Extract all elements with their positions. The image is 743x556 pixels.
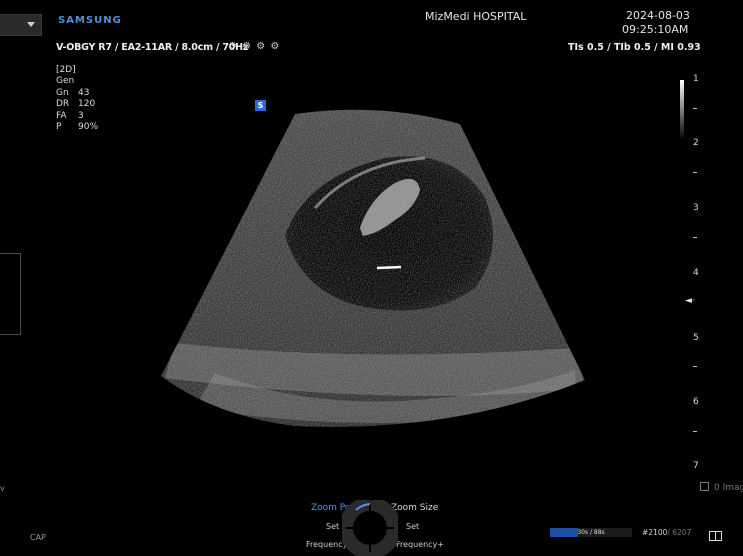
depth-tick xyxy=(693,237,697,238)
param-row: P 90% xyxy=(56,122,99,133)
depth-tick xyxy=(693,172,697,173)
sector-field xyxy=(161,109,585,427)
cine-time: 30s / 88s xyxy=(577,529,605,536)
depth-tick xyxy=(693,108,697,109)
set-left-button[interactable]: Set xyxy=(326,522,339,531)
probe-info: V-OBGY R7 / EA2-11AR / 8.0cm / 70Hz xyxy=(56,42,249,53)
imaging-parameters: [2D] Gen Gn 43 DR 120 FA 3 P 90% xyxy=(56,65,98,133)
image-count: 0 Imag xyxy=(700,482,743,493)
checkbox-icon[interactable] xyxy=(700,482,709,491)
depth-label: 5 xyxy=(693,333,699,343)
chevron-down-icon xyxy=(27,22,35,27)
ultrasound-image xyxy=(161,109,585,427)
probe-status-icons: ⚙ ⚙ ⚙ ⚙ xyxy=(228,41,281,52)
set-right-button[interactable]: Set xyxy=(406,522,419,531)
grayscale-bar xyxy=(680,80,684,140)
param-row: DR 120 xyxy=(56,99,96,110)
frequency-plus-button[interactable]: Frequency+ xyxy=(396,540,444,549)
param-row: FA 3 xyxy=(56,110,84,121)
depth-label: 2 xyxy=(693,138,699,148)
param-row: Gen xyxy=(56,76,75,87)
depth-tick xyxy=(693,431,697,432)
split-layout-icon[interactable] xyxy=(709,531,722,541)
depth-tick xyxy=(693,366,697,367)
mode-dropdown[interactable] xyxy=(0,14,42,36)
depth-label: 3 xyxy=(693,203,699,213)
depth-label: 6 xyxy=(693,397,699,407)
param-row: Gn 43 xyxy=(56,87,90,98)
param-mode: [2D] xyxy=(56,65,76,75)
zoom-size-button[interactable]: Zoom Size xyxy=(391,503,438,513)
side-panel-label: v xyxy=(0,484,5,493)
frame-counter: #2100/ 6207 xyxy=(642,528,692,537)
side-panel-frame xyxy=(0,253,21,335)
thermal-mechanical-indices: TIs 0.5 / TIb 0.5 / MI 0.93 xyxy=(568,42,701,53)
brand-logo: SAMSUNG xyxy=(58,15,122,26)
capture-label: CAP xyxy=(30,533,46,542)
depth-label: 7 xyxy=(693,461,699,471)
trackball-dial-icon[interactable] xyxy=(342,500,398,556)
hospital-name: MizMedi HOSPITAL xyxy=(425,10,527,23)
exam-date: 2024-08-03 xyxy=(626,9,690,22)
focus-marker-icon[interactable]: ◄· xyxy=(685,296,695,306)
cine-progress-bar[interactable]: 30s / 88s xyxy=(550,528,632,537)
depth-label: 4 xyxy=(693,268,699,278)
exam-time: 09:25:10AM xyxy=(622,23,689,36)
depth-label: 1 xyxy=(693,74,699,84)
